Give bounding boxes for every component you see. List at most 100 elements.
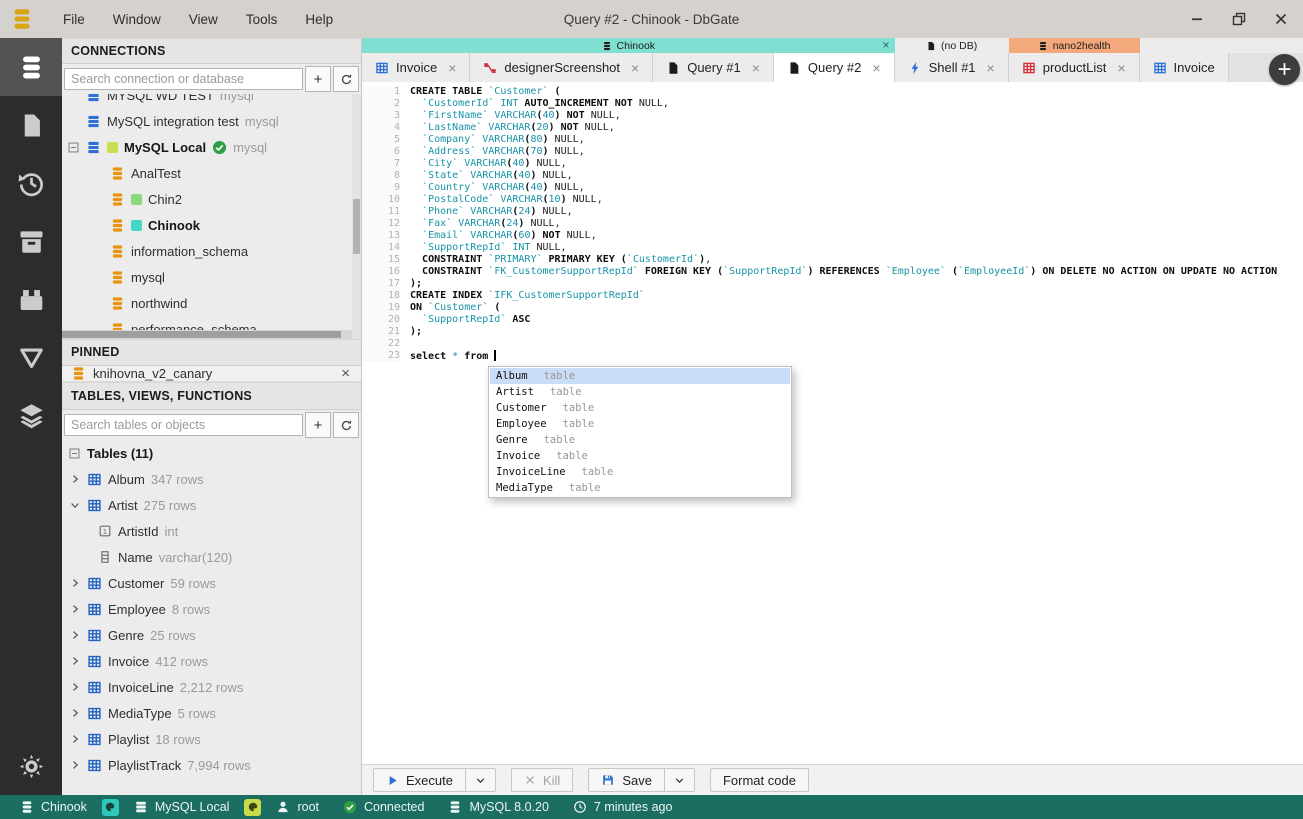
- connection-database-item[interactable]: northwind: [62, 290, 361, 316]
- autocomplete-item[interactable]: Album table: [490, 368, 790, 384]
- tab-invoice[interactable]: Invoice ×: [362, 53, 471, 82]
- menu-tools[interactable]: Tools: [233, 7, 291, 32]
- minimize-button[interactable]: [1187, 9, 1207, 29]
- chevron-down-icon[interactable]: [68, 499, 81, 511]
- chevron-right-icon[interactable]: [68, 473, 81, 485]
- table-item[interactable]: Artist 275 rows: [62, 492, 361, 518]
- connections-scrollbar[interactable]: [352, 94, 361, 339]
- nav-history[interactable]: [0, 154, 62, 212]
- object-search-input[interactable]: [64, 414, 303, 436]
- tab-group-header[interactable]: Chinook ×: [362, 38, 895, 53]
- connection-search-input[interactable]: [64, 68, 303, 90]
- close-tab-icon[interactable]: ×: [448, 61, 456, 75]
- nav-query-designer[interactable]: [0, 328, 62, 386]
- status-server[interactable]: MySQL Local: [122, 795, 242, 819]
- new-tab-button[interactable]: +: [1269, 54, 1300, 85]
- nav-settings[interactable]: [0, 737, 62, 795]
- table-item[interactable]: InvoiceLine 2,212 rows: [62, 674, 361, 700]
- scrollbar-thumb[interactable]: [353, 199, 360, 254]
- autocomplete-item[interactable]: InvoiceLine table: [490, 464, 790, 480]
- chevron-right-icon[interactable]: [68, 603, 81, 615]
- nav-connections[interactable]: [0, 38, 62, 96]
- table-item[interactable]: Playlist 18 rows: [62, 726, 361, 752]
- status-database[interactable]: Chinook: [8, 795, 99, 819]
- column-item[interactable]: Name varchar(120): [62, 544, 361, 570]
- scrollbar-thumb[interactable]: [62, 331, 341, 338]
- code-line: `FirstName` VARCHAR(40) NOT NULL,: [422, 110, 621, 121]
- tab-invoice[interactable]: Invoice: [1139, 53, 1229, 82]
- status-user[interactable]: root: [264, 795, 331, 819]
- format-code-button[interactable]: Format code: [709, 768, 809, 792]
- chevron-right-icon[interactable]: [68, 759, 81, 771]
- close-tab-icon[interactable]: ×: [1117, 61, 1125, 75]
- connection-database-item[interactable]: information_schema: [62, 238, 361, 264]
- table-item[interactable]: Genre 25 rows: [62, 622, 361, 648]
- table-item[interactable]: PlaylistTrack 7,994 rows: [62, 752, 361, 778]
- restore-button[interactable]: [1229, 9, 1249, 29]
- close-tab-icon[interactable]: ×: [631, 61, 639, 75]
- chevron-right-icon[interactable]: [68, 655, 81, 667]
- chevron-right-icon[interactable]: [68, 681, 81, 693]
- connections-hscrollbar[interactable]: [62, 330, 352, 339]
- close-tab-icon[interactable]: ×: [872, 61, 880, 75]
- add-object-button[interactable]: +: [305, 412, 331, 438]
- table-item[interactable]: MediaType 5 rows: [62, 700, 361, 726]
- pinned-item[interactable]: knihovna_v2_canary ×: [62, 366, 361, 382]
- tables-group-row[interactable]: Tables (11): [62, 440, 361, 466]
- tab-query-1[interactable]: Query #1 ×: [653, 53, 774, 82]
- tab-designerscreenshot[interactable]: designerScreenshot ×: [470, 53, 654, 82]
- tab-group-header[interactable]: nano2health: [1008, 38, 1140, 53]
- nav-plugins[interactable]: [0, 270, 62, 328]
- nav-archive[interactable]: [0, 212, 62, 270]
- autocomplete-item[interactable]: Invoice table: [490, 448, 790, 464]
- server-color-badge[interactable]: [244, 798, 262, 816]
- column-item[interactable]: 1 ArtistId int: [62, 518, 361, 544]
- connection-database-item[interactable]: mysql: [62, 264, 361, 290]
- connection-server-item[interactable]: MySQL integration test mysql: [62, 108, 361, 134]
- chevron-right-icon[interactable]: [68, 629, 81, 641]
- menu-window[interactable]: Window: [100, 7, 174, 32]
- close-button[interactable]: [1271, 9, 1291, 29]
- save-button[interactable]: Save: [588, 768, 665, 792]
- chevron-right-icon[interactable]: [68, 577, 81, 589]
- tab-group-header[interactable]: [1139, 38, 1229, 53]
- tab-group-header[interactable]: (no DB): [894, 38, 1009, 53]
- execute-dropdown-button[interactable]: [465, 768, 496, 792]
- connection-server-item[interactable]: MySQL Local mysql: [62, 134, 361, 160]
- tab-query-2[interactable]: Query #2 ×: [773, 53, 895, 82]
- close-tab-icon[interactable]: ×: [752, 61, 760, 75]
- table-item[interactable]: Customer 59 rows: [62, 570, 361, 596]
- tab-shell-1[interactable]: Shell #1 ×: [894, 53, 1009, 82]
- connection-database-item[interactable]: AnalTest: [62, 160, 361, 186]
- close-tab-icon[interactable]: ×: [987, 61, 995, 75]
- save-dropdown-button[interactable]: [664, 768, 695, 792]
- table-item[interactable]: Album 347 rows: [62, 466, 361, 492]
- autocomplete-item[interactable]: Genre table: [490, 432, 790, 448]
- connection-database-item[interactable]: Chinook: [62, 212, 361, 238]
- autocomplete-item[interactable]: MediaType table: [490, 480, 790, 496]
- database-color-badge[interactable]: [101, 798, 119, 816]
- nav-files[interactable]: [0, 96, 62, 154]
- kill-button[interactable]: Kill: [510, 768, 574, 792]
- refresh-objects-button[interactable]: [333, 412, 359, 438]
- tab-productlist[interactable]: productList ×: [1008, 53, 1140, 82]
- autocomplete-item[interactable]: Employee table: [490, 416, 790, 432]
- chevron-right-icon[interactable]: [68, 707, 81, 719]
- menu-help[interactable]: Help: [292, 7, 346, 32]
- close-group-icon[interactable]: ×: [883, 38, 890, 52]
- nav-cell-data[interactable]: [0, 386, 62, 444]
- autocomplete-item[interactable]: Customer table: [490, 400, 790, 416]
- add-connection-button[interactable]: +: [305, 66, 331, 92]
- autocomplete-item[interactable]: Artist table: [490, 384, 790, 400]
- execute-button[interactable]: Execute: [373, 768, 466, 792]
- connection-server-item[interactable]: MYSQL WD TEST mysql: [62, 94, 361, 108]
- chevron-right-icon[interactable]: [68, 733, 81, 745]
- menu-view[interactable]: View: [176, 7, 231, 32]
- sql-editor[interactable]: 1 2 3 4 5 6 7 8 9 10 11 12 13 14 15 16 17 18 19 20 21 22 23 CR…: [362, 82, 1303, 765]
- menu-file[interactable]: File: [50, 7, 98, 32]
- refresh-connections-button[interactable]: [333, 66, 359, 92]
- connection-database-item[interactable]: Chin2: [62, 186, 361, 212]
- table-item[interactable]: Employee 8 rows: [62, 596, 361, 622]
- table-item[interactable]: Invoice 412 rows: [62, 648, 361, 674]
- unpin-close-icon[interactable]: ×: [339, 366, 352, 381]
